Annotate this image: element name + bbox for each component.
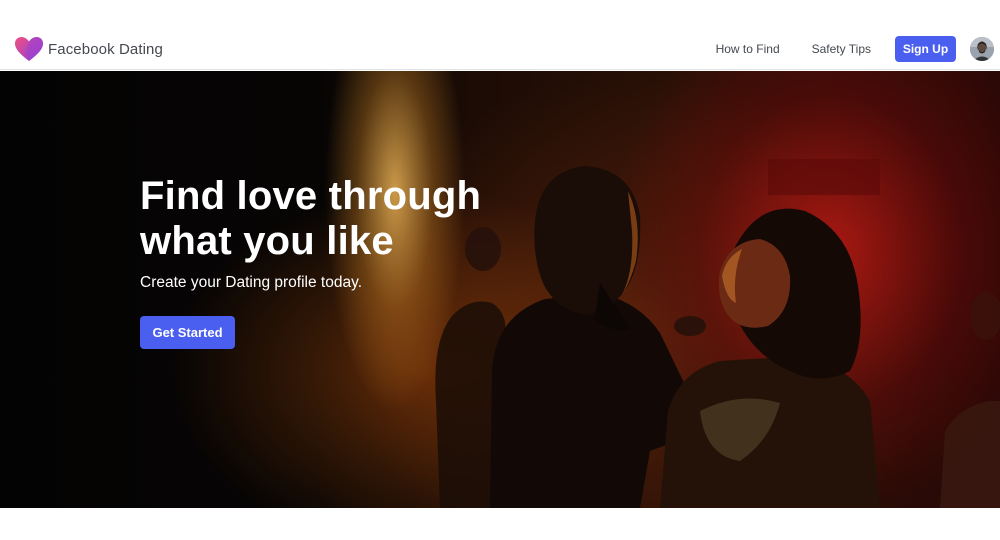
- brand-link[interactable]: Facebook Dating: [14, 37, 163, 61]
- hero-title-line-2: what you like: [140, 219, 394, 263]
- user-avatar-icon[interactable]: [970, 37, 994, 61]
- top-navbar: Facebook Dating How to Find Safety Tips …: [0, 28, 1000, 70]
- get-started-button[interactable]: Get Started: [140, 316, 235, 349]
- hero-title-line-1: Find love through: [140, 174, 482, 218]
- brand-name: Facebook Dating: [48, 40, 163, 58]
- heart-logo-icon: [15, 37, 43, 61]
- nav-link-safety-tips[interactable]: Safety Tips: [812, 42, 871, 56]
- sign-up-button[interactable]: Sign Up: [895, 36, 956, 62]
- hero-title: Find love through what you like: [140, 174, 540, 264]
- nav-link-how-to-find[interactable]: How to Find: [716, 42, 780, 56]
- nav-links: How to Find Safety Tips Sign Up: [716, 28, 1000, 70]
- page: Facebook Dating How to Find Safety Tips …: [0, 0, 1000, 540]
- hero-subtitle: Create your Dating profile today.: [140, 274, 362, 291]
- hero-section: Find love through what you like Create y…: [0, 71, 1000, 508]
